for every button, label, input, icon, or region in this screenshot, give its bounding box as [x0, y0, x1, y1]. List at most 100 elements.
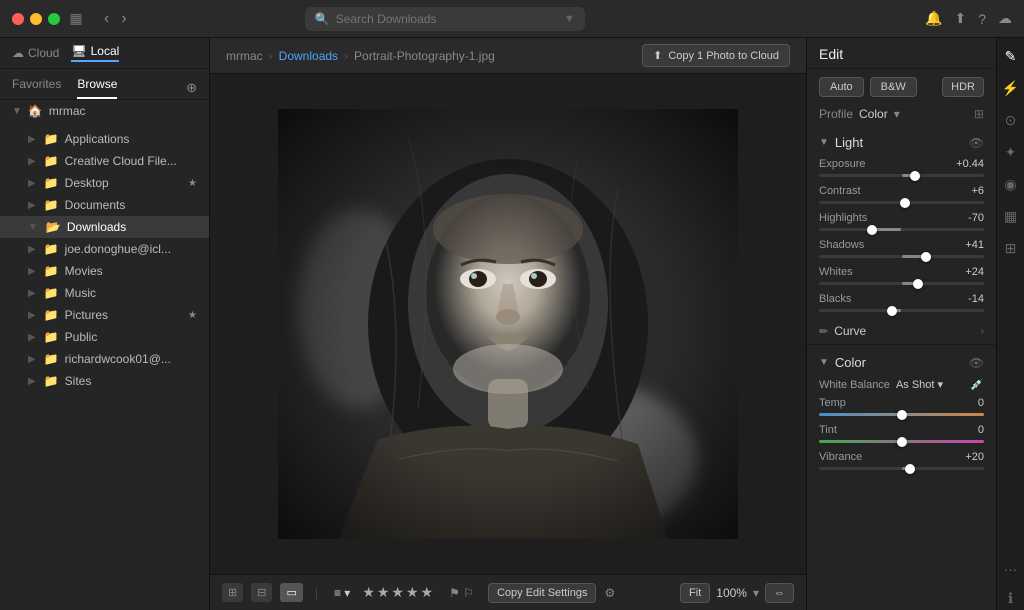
- vibrance-slider-row: Vibrance +20: [807, 449, 996, 476]
- sidebar-item-pictures[interactable]: ▶ 📁 Pictures ★: [0, 304, 209, 326]
- auto-button[interactable]: Auto: [819, 77, 864, 97]
- sidebar-item-desktop[interactable]: ▶ 📁 Desktop ★: [0, 172, 209, 194]
- whites-thumb[interactable]: [913, 279, 923, 289]
- info-icon[interactable]: ℹ: [999, 586, 1023, 610]
- help-icon[interactable]: ?: [978, 11, 986, 27]
- home-icon: 🏠: [28, 104, 43, 118]
- star-rating[interactable]: ★★★★★: [362, 584, 435, 601]
- arrow-icon: ▶: [28, 332, 36, 343]
- sidebar-item-joe[interactable]: ▶ 📁 joe.donoghue@icl...: [0, 238, 209, 260]
- tab-favorites[interactable]: Favorites: [12, 77, 61, 99]
- contrast-thumb[interactable]: [900, 198, 910, 208]
- tint-thumb[interactable]: [897, 437, 907, 447]
- cloud-icon[interactable]: ☁: [998, 10, 1012, 27]
- sidebar-item-downloads[interactable]: ▼ 📂 Downloads: [0, 216, 209, 238]
- whites-track[interactable]: [819, 282, 984, 285]
- sort-button[interactable]: ≡ ▾: [334, 586, 350, 600]
- single-view-button[interactable]: ▭: [280, 583, 302, 602]
- maximize-button[interactable]: [48, 13, 60, 25]
- profile-grid-icon[interactable]: ⊞: [974, 107, 984, 121]
- sidebar-item-richardwcook[interactable]: ▶ 📁 richardwcook01@...: [0, 348, 209, 370]
- curve-row[interactable]: ✏ Curve ›: [807, 318, 996, 344]
- search-input[interactable]: [336, 12, 558, 26]
- edit-mode-icon[interactable]: ✎: [999, 44, 1023, 68]
- folder-icon: 📁: [44, 242, 59, 256]
- temp-thumb[interactable]: [897, 410, 907, 420]
- sidebar-item-applications[interactable]: ▶ 📁 Applications: [0, 128, 209, 150]
- forward-button[interactable]: ›: [117, 8, 130, 30]
- vibrance-thumb[interactable]: [905, 464, 915, 474]
- close-button[interactable]: [12, 13, 24, 25]
- cloud-tab[interactable]: ☁ Cloud: [12, 46, 59, 60]
- profile-dropdown-icon[interactable]: ▾: [894, 107, 900, 121]
- light-visibility-icon[interactable]: 👁: [969, 136, 984, 150]
- flag-icons[interactable]: ⚑ ⚐: [449, 586, 474, 600]
- sidebar-item-public[interactable]: ▶ 📁 Public: [0, 326, 209, 348]
- color-section-header[interactable]: ▼ Color 👁: [807, 349, 996, 376]
- sidebar-item-sites[interactable]: ▶ 📁 Sites: [0, 370, 209, 392]
- compare-button[interactable]: ⇔: [765, 583, 794, 603]
- brush-icon[interactable]: ⊙: [999, 108, 1023, 132]
- notification-icon[interactable]: 🔔: [925, 10, 942, 27]
- shadows-track[interactable]: [819, 255, 984, 258]
- crop-icon[interactable]: ⊞: [999, 236, 1023, 260]
- zoom-level: 100%: [716, 586, 747, 600]
- blacks-slider-row: Blacks -14: [807, 291, 996, 318]
- curve-arrow-icon: ›: [981, 326, 984, 337]
- temp-track[interactable]: [819, 413, 984, 416]
- light-section-header[interactable]: ▼ Light 👁: [807, 129, 996, 156]
- gradient-icon[interactable]: ▦: [999, 204, 1023, 228]
- sidebar-item-music[interactable]: ▶ 📁 Music: [0, 282, 209, 304]
- light-collapse-icon: ▼: [819, 137, 829, 148]
- share-icon[interactable]: ⬆: [954, 10, 966, 27]
- sidebar: ☁ Cloud 🖥 Local Favorites Browse ⊕ ▼ 🏠 m…: [0, 38, 210, 610]
- sidebar-user[interactable]: ▼ 🏠 mrmac: [0, 100, 209, 122]
- radial-icon[interactable]: ◉: [999, 172, 1023, 196]
- column-view-button[interactable]: ⊟: [251, 583, 272, 602]
- arrow-icon: ▼: [28, 222, 38, 233]
- content-area: mrmac › Downloads › Portrait-Photography…: [210, 38, 806, 610]
- copy-to-cloud-button[interactable]: ⬆ Copy 1 Photo to Cloud: [642, 44, 790, 67]
- wb-value: As Shot: [896, 379, 935, 391]
- arrow-icon: ▶: [28, 310, 36, 321]
- shadows-thumb[interactable]: [921, 252, 931, 262]
- eyedropper-icon[interactable]: 💉: [970, 378, 984, 391]
- tint-track[interactable]: [819, 440, 984, 443]
- healing-icon[interactable]: ✦: [999, 140, 1023, 164]
- grid-view-button[interactable]: ⊞: [222, 583, 243, 602]
- more-options-icon[interactable]: …: [999, 554, 1023, 578]
- zoom-dropdown-icon[interactable]: ▾: [753, 586, 759, 600]
- search-bar[interactable]: 🔍 ▼: [305, 7, 585, 31]
- highlights-thumb[interactable]: [867, 225, 877, 235]
- adjust-icon[interactable]: ⚡: [999, 76, 1023, 100]
- sidebar-item-movies[interactable]: ▶ 📁 Movies: [0, 260, 209, 282]
- vibrance-track[interactable]: [819, 467, 984, 470]
- blacks-track[interactable]: [819, 309, 984, 312]
- fit-button[interactable]: Fit: [680, 583, 710, 603]
- photo-area[interactable]: [210, 74, 806, 574]
- star-icon: ★: [188, 310, 197, 321]
- copy-edit-settings-button[interactable]: Copy Edit Settings: [488, 583, 597, 603]
- blacks-thumb[interactable]: [887, 306, 897, 316]
- minimize-button[interactable]: [30, 13, 42, 25]
- sidebar-search-icon[interactable]: ⊕: [186, 80, 197, 96]
- wb-dropdown-icon[interactable]: ▾: [937, 378, 943, 391]
- hdr-button[interactable]: HDR: [942, 77, 984, 97]
- breadcrumb-file: Portrait-Photography-1.jpg: [354, 49, 495, 63]
- folder-open-icon: 📂: [46, 220, 61, 234]
- sidebar-item-creative-cloud[interactable]: ▶ 📁 Creative Cloud File...: [0, 150, 209, 172]
- breadcrumb-folder[interactable]: Downloads: [279, 49, 338, 63]
- exposure-thumb[interactable]: [910, 171, 920, 181]
- sidebar-item-documents[interactable]: ▶ 📁 Documents: [0, 194, 209, 216]
- color-visibility-icon[interactable]: 👁: [969, 356, 984, 370]
- local-tab[interactable]: 🖥 Local: [71, 44, 119, 62]
- back-button[interactable]: ‹: [100, 8, 113, 30]
- bw-button[interactable]: B&W: [870, 77, 917, 97]
- exposure-track[interactable]: [819, 174, 984, 177]
- tab-browse[interactable]: Browse: [77, 77, 117, 99]
- folder-icon: 📁: [44, 154, 59, 168]
- nav-buttons: ‹ ›: [100, 8, 131, 30]
- contrast-track[interactable]: [819, 201, 984, 204]
- highlights-track[interactable]: [819, 228, 984, 231]
- settings-icon[interactable]: ⚙: [604, 586, 615, 600]
